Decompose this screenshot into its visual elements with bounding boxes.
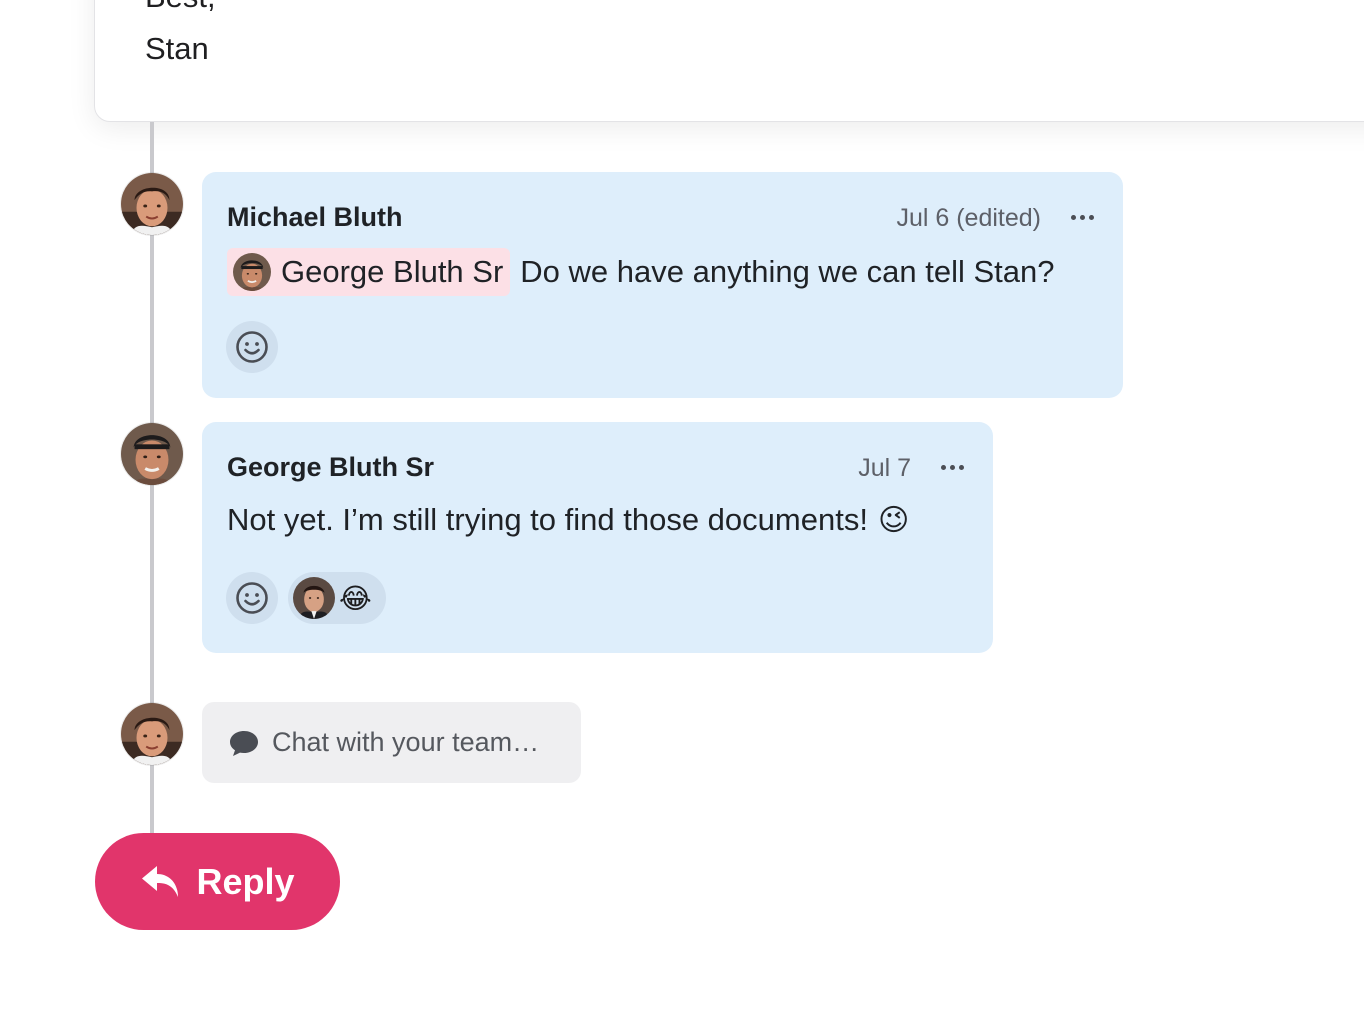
comment-timestamp: Jul 6 (edited) <box>896 204 1041 232</box>
reply-arrow-icon <box>142 865 179 897</box>
chat-bubble-icon <box>230 730 258 756</box>
mention-avatar <box>233 253 271 291</box>
smiley-icon <box>236 582 268 614</box>
avatar-current-user <box>120 702 184 766</box>
reaction-emoji: 😂 <box>339 582 372 614</box>
comment-text: Do we have anything we can tell Stan? <box>520 254 1055 289</box>
comment-bubble: George Bluth Sr Jul 7 Not yet. I’m still… <box>202 422 993 653</box>
reactor-avatar <box>293 577 335 619</box>
more-options-icon[interactable] <box>937 452 967 482</box>
reaction-pill[interactable]: 😂 <box>288 572 386 624</box>
email-message-card: Best, Stan <box>94 0 1364 122</box>
reply-button-label: Reply <box>196 860 295 902</box>
comment-thread: Best, Stan Michael Bluth Jul 6 (edited) … <box>0 0 1364 1022</box>
comment-bubble: Michael Bluth Jul 6 (edited) George Blut… <box>202 172 1123 398</box>
comment-text: Not yet. I’m still trying to find those … <box>227 502 868 537</box>
avatar-michael-bluth[interactable] <box>120 172 184 236</box>
smiley-icon <box>236 331 268 363</box>
comment-author[interactable]: Michael Bluth <box>227 202 403 233</box>
comment-timestamp: Jul 7 <box>858 454 911 482</box>
avatar-george-bluth-sr[interactable] <box>120 422 184 486</box>
comment-author[interactable]: George Bluth Sr <box>227 452 434 483</box>
more-options-icon[interactable] <box>1067 202 1097 232</box>
mention-name: George Bluth Sr <box>281 254 504 289</box>
add-reaction-button[interactable] <box>226 321 278 373</box>
reply-button[interactable]: Reply <box>95 833 340 930</box>
chat-input[interactable]: Chat with your team… <box>202 702 581 783</box>
comment-body: Not yet. I’m still trying to find those … <box>227 502 909 538</box>
email-signature: Stan <box>145 31 209 66</box>
email-signoff: Best, <box>145 0 216 15</box>
chat-input-placeholder: Chat with your team… <box>272 727 540 757</box>
wink-emoji: 😉 <box>877 503 910 537</box>
comment-body: George Bluth Sr Do we have anything we c… <box>227 248 1055 296</box>
mention-chip[interactable]: George Bluth Sr <box>227 248 511 296</box>
add-reaction-button[interactable] <box>226 572 278 624</box>
